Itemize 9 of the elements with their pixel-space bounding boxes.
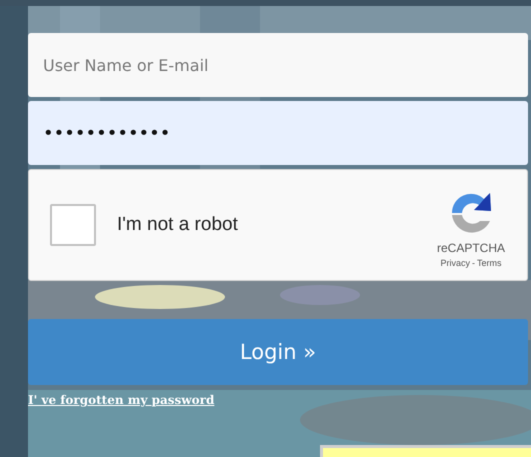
captcha-brand: reCAPTCHA	[436, 240, 505, 254]
login-button[interactable]: Login »	[28, 319, 528, 385]
captcha-label: I'm not a robot	[117, 214, 239, 236]
password-field[interactable]: ••••••••••••	[28, 101, 528, 165]
link-separator: -	[472, 258, 475, 268]
terms-link[interactable]: Terms	[477, 258, 502, 268]
captcha-checkbox[interactable]	[50, 204, 96, 246]
privacy-link[interactable]: Privacy	[440, 258, 470, 268]
username-field[interactable]: User Name or E-mail	[28, 33, 528, 97]
